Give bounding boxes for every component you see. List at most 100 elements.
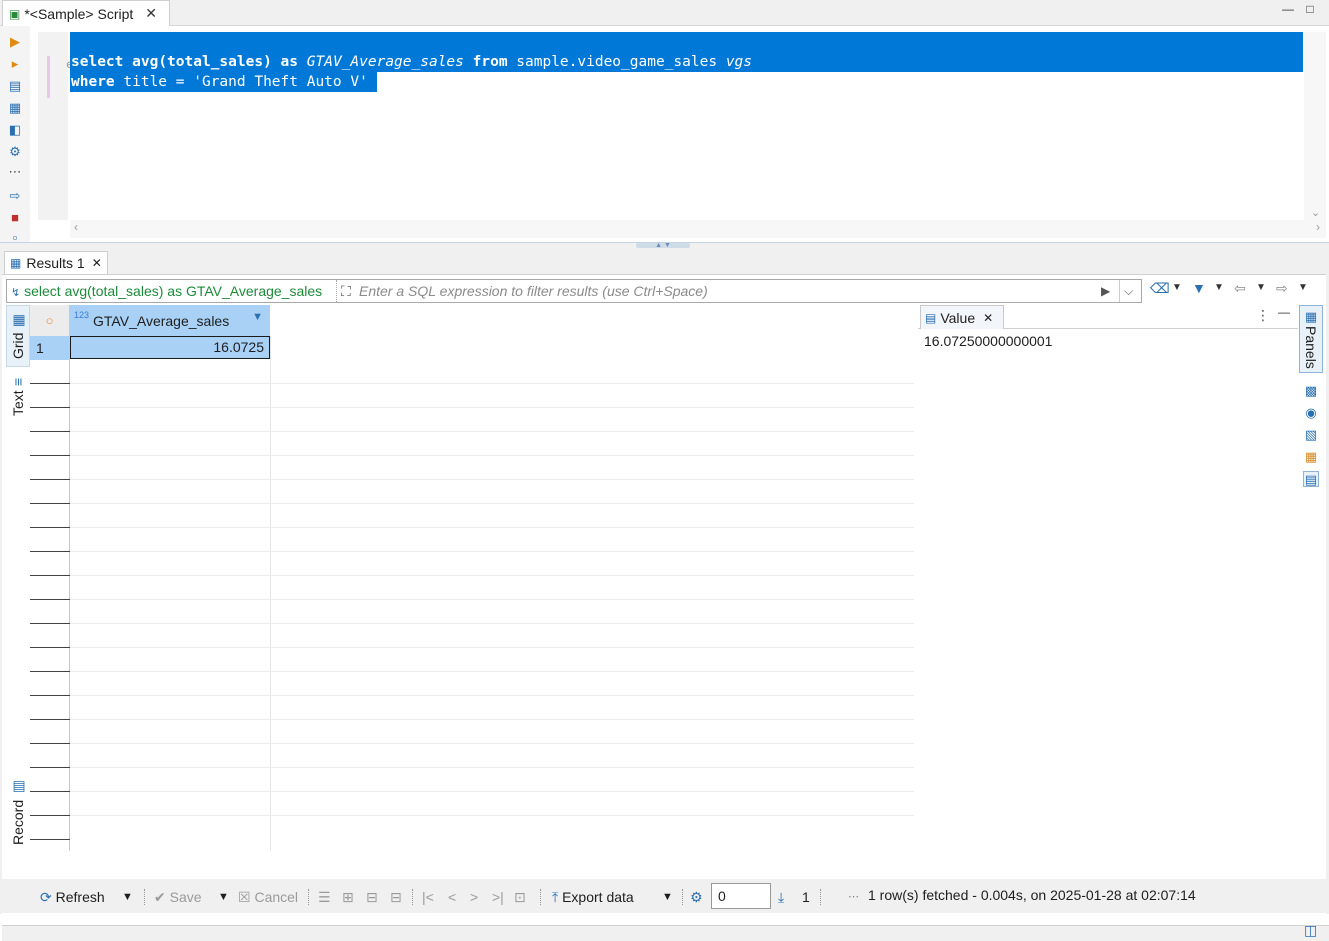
filter-history-dropdown-icon[interactable]: ⌵ bbox=[1119, 280, 1133, 302]
apply-filter-icon[interactable]: ▶ bbox=[1101, 280, 1110, 302]
fetch-size-icon[interactable]: ⤓ bbox=[778, 887, 784, 907]
grid-line bbox=[70, 695, 914, 696]
filter-query-label[interactable]: ↯ select avg(total_sales) as GTAV_Averag… bbox=[11, 280, 337, 302]
function-call: avg(total_sales) bbox=[132, 54, 272, 70]
vertical-scrollbar[interactable]: ⌄ bbox=[1304, 32, 1326, 220]
scroll-left-icon[interactable]: ‹ bbox=[74, 220, 78, 234]
previous-page-icon[interactable]: < bbox=[448, 887, 456, 907]
tab-grid[interactable]: Grid ▦ bbox=[6, 305, 30, 367]
back-arrow-icon[interactable]: ⇦ bbox=[1234, 278, 1246, 298]
chevron-down-icon[interactable]: ▼ bbox=[1214, 278, 1224, 298]
more-icon[interactable]: ⋯ bbox=[7, 164, 23, 180]
next-page-icon[interactable]: > bbox=[470, 887, 478, 907]
eraser-icon[interactable]: ⌫ bbox=[1150, 278, 1170, 298]
code-area[interactable]: select avg(total_sales) as GTAV_Average_… bbox=[70, 32, 1303, 220]
row-number[interactable]: 1 bbox=[30, 336, 70, 360]
panels-icon[interactable]: ▦ bbox=[1303, 309, 1319, 325]
page-number-input[interactable]: 0 bbox=[711, 883, 771, 909]
editor-tab-script[interactable]: ▣ *<Sample> Script ✕ bbox=[2, 0, 170, 26]
toolbar-separator bbox=[144, 889, 145, 905]
record-icon: ▤ bbox=[10, 779, 26, 796]
chevron-down-icon[interactable]: ▼ bbox=[1298, 278, 1308, 298]
grid-line bbox=[70, 743, 914, 744]
execute-in-new-tab-icon[interactable]: ▸ bbox=[7, 56, 23, 72]
edit-row-icon[interactable]: ☰ bbox=[318, 887, 331, 907]
filter-input[interactable] bbox=[359, 280, 1099, 302]
results-tab[interactable]: ▦ Results 1 ✕ bbox=[4, 251, 108, 274]
more-icon[interactable]: ⋯ bbox=[848, 887, 859, 907]
sort-dropdown-icon[interactable]: ▼ bbox=[252, 311, 263, 323]
select-all-corner[interactable]: ○ bbox=[30, 305, 70, 336]
minimize-icon[interactable]: — bbox=[1278, 305, 1290, 319]
settings-gear-icon[interactable]: ⚙ bbox=[7, 144, 23, 160]
execute-script-new-tabs-icon[interactable]: ▦ bbox=[7, 100, 23, 116]
first-page-icon[interactable]: |< bbox=[422, 887, 434, 907]
where-condition: title = 'Grand Theft Auto V' bbox=[123, 74, 368, 90]
cancel-button[interactable]: ☒ Cancel bbox=[238, 887, 298, 907]
close-icon[interactable]: ✕ bbox=[92, 256, 102, 270]
execute-statement-icon[interactable]: ▶ bbox=[7, 34, 23, 50]
export-dropdown-icon[interactable]: ▼ bbox=[662, 887, 673, 907]
delete-row-icon[interactable]: ⊟ bbox=[390, 887, 402, 907]
filter-query-text: select avg(total_sales) as GTAV_Average_… bbox=[24, 283, 323, 299]
last-page-icon[interactable]: >| bbox=[492, 887, 504, 907]
value-tab[interactable]: ▤ Value ✕ bbox=[920, 305, 1004, 329]
references-icon[interactable]: ▦ bbox=[1303, 449, 1319, 465]
row-number-empty bbox=[30, 432, 70, 456]
row-number-empty bbox=[30, 720, 70, 744]
row-number-empty bbox=[30, 576, 70, 600]
grid-icon: ▦ bbox=[10, 312, 26, 329]
value-panel-tabbar: ▤ Value ✕ ⋮ — bbox=[918, 305, 1298, 329]
error-log-icon[interactable]: ■ bbox=[7, 210, 23, 226]
copy-row-icon[interactable]: ⊟ bbox=[366, 887, 378, 907]
minimize-icon[interactable]: — bbox=[1281, 2, 1295, 16]
expand-icon[interactable]: ⛶ bbox=[341, 280, 351, 302]
row-number-empty bbox=[30, 672, 70, 696]
filter-funnel-icon[interactable]: ▼ bbox=[1192, 278, 1206, 298]
results-panel: ↯ select avg(total_sales) as GTAV_Averag… bbox=[2, 274, 1329, 941]
load-script-icon[interactable]: ⇨ bbox=[7, 188, 23, 204]
toolbar-separator bbox=[682, 889, 683, 905]
row-number-empty bbox=[30, 600, 70, 624]
value-viewer-toggle-icon[interactable]: ▤ bbox=[1303, 471, 1319, 487]
grid-line bbox=[70, 575, 914, 576]
refresh-dropdown-icon[interactable]: ▼ bbox=[122, 887, 133, 907]
export-data-button[interactable]: ⤒ Export data bbox=[552, 887, 634, 907]
grid-line bbox=[70, 671, 914, 672]
row-number-empty bbox=[30, 360, 70, 384]
column-header[interactable]: 123 GTAV_Average_sales ▼ bbox=[70, 305, 270, 336]
value-content[interactable]: 16.07250000000001 bbox=[924, 333, 1052, 349]
fetch-all-icon[interactable]: ⊡ bbox=[514, 887, 526, 907]
chevron-down-icon[interactable]: ▼ bbox=[1172, 278, 1182, 298]
current-statement-marker bbox=[47, 56, 50, 98]
horizontal-scrollbar[interactable]: ‹ › bbox=[70, 220, 1326, 238]
explain-plan-icon[interactable]: ◧ bbox=[7, 122, 23, 138]
cancel-label: Cancel bbox=[254, 889, 299, 905]
metadata-icon[interactable]: ▩ bbox=[1303, 383, 1319, 399]
cancel-icon: ☒ bbox=[238, 889, 251, 905]
results-grid[interactable]: ○ 123 GTAV_Average_sales ▼ 1 16.0725 bbox=[30, 305, 914, 851]
close-icon[interactable]: ✕ bbox=[145, 5, 157, 22]
add-row-icon[interactable]: ⊞ bbox=[342, 887, 354, 907]
scroll-down-icon[interactable]: ⌄ bbox=[1311, 206, 1320, 219]
grouping-icon[interactable]: ▧ bbox=[1303, 427, 1319, 443]
numeric-type-badge: 123 bbox=[74, 309, 90, 320]
panel-menu-icon[interactable]: ⋮ bbox=[1256, 307, 1270, 324]
execute-script-icon[interactable]: ▤ bbox=[7, 78, 23, 94]
close-icon[interactable]: ✕ bbox=[983, 311, 993, 325]
sql-editor[interactable]: ⊖ select avg(total_sales) as GTAV_Averag… bbox=[30, 26, 1326, 242]
scroll-right-icon[interactable]: › bbox=[1316, 220, 1320, 234]
save-dropdown-icon[interactable]: ▼ bbox=[218, 887, 229, 907]
aggregate-icon[interactable]: ◉ bbox=[1303, 405, 1319, 421]
panel-toggle-icon[interactable]: ◫ bbox=[1304, 922, 1317, 939]
tab-record[interactable]: Record ▤ bbox=[6, 775, 30, 849]
maximize-icon[interactable]: □ bbox=[1303, 2, 1317, 16]
grid-line bbox=[70, 455, 914, 456]
save-button[interactable]: ✔ Save bbox=[154, 887, 202, 907]
forward-arrow-icon[interactable]: ⇨ bbox=[1276, 278, 1288, 298]
tab-text[interactable]: Text ≡ bbox=[6, 369, 30, 425]
grid-cell-selected[interactable]: 16.0725 bbox=[70, 336, 270, 359]
chevron-down-icon[interactable]: ▼ bbox=[1256, 278, 1266, 298]
gear-icon[interactable]: ⚙ bbox=[690, 887, 703, 907]
refresh-button[interactable]: ⟳ Refresh bbox=[40, 887, 105, 907]
